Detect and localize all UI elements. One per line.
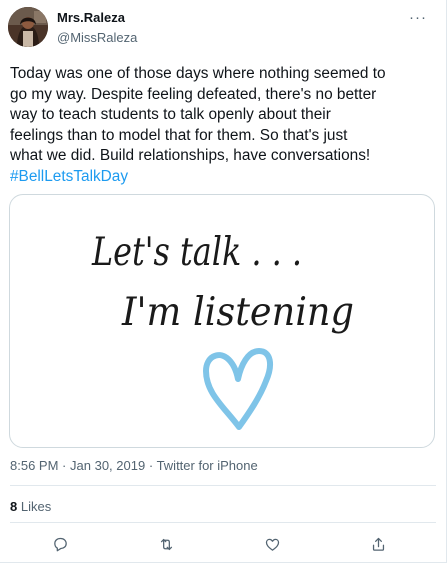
tweet-source[interactable]: Twitter for iPhone (157, 458, 258, 473)
tweet-text-line: Today was one of those days where nothin… (10, 65, 386, 82)
tweet-card: Mrs.Raleza @MissRaleza ··· Today was one… (0, 0, 447, 563)
ellipsis-icon: ··· (409, 8, 427, 26)
tweet-date[interactable]: Jan 30, 2019 (70, 458, 145, 473)
tweet-text-line: way to teach students to talk openly abo… (10, 106, 331, 123)
likes-label: Likes (20, 499, 52, 514)
likes-count[interactable]: 8 Likes (10, 499, 51, 514)
more-options-button[interactable]: ··· (404, 6, 432, 28)
share-button[interactable] (365, 531, 391, 557)
retweet-icon (160, 538, 172, 550)
tweet-text-line: go my way. Despite feeling defeated, the… (10, 85, 377, 103)
tweet-text-line: feelings than to model that for them. So… (10, 126, 348, 144)
handwriting-line-1: Let's talk . . . (91, 230, 302, 275)
divider (10, 485, 436, 486)
display-name[interactable]: Mrs.Raleza (57, 10, 125, 25)
action-bar (0, 531, 447, 557)
tweet-text-line: what we did. Build relationships, have c… (10, 147, 371, 164)
separator: · (62, 458, 67, 473)
heart-icon (203, 348, 274, 430)
hashtag-link[interactable]: #BellLetsTalkDay (10, 168, 128, 185)
tweet-media-image[interactable]: Let's talk . . . I'm listening (9, 194, 435, 448)
retweet-button[interactable] (153, 531, 179, 557)
handwriting-line-2: I'm listening (121, 290, 354, 335)
reply-button[interactable] (47, 531, 73, 557)
tweet-time[interactable]: 8:56 PM (10, 458, 58, 473)
tweet-text: Today was one of those days where nothin… (10, 64, 440, 187)
profile-photo-icon (8, 7, 48, 47)
divider (10, 522, 436, 523)
avatar[interactable] (8, 7, 48, 47)
user-handle[interactable]: @MissRaleza (57, 30, 137, 45)
share-icon (372, 537, 384, 551)
like-button[interactable] (259, 531, 285, 557)
likes-number: 8 (10, 499, 18, 514)
tweet-metadata: 8:56 PM · Jan 30, 2019 · Twitter for iPh… (10, 458, 258, 473)
lets-talk-image: Let's talk . . . I'm listening (91, 230, 354, 430)
heart-outline-icon (265, 538, 279, 551)
separator: · (148, 458, 154, 473)
reply-icon (53, 537, 67, 551)
